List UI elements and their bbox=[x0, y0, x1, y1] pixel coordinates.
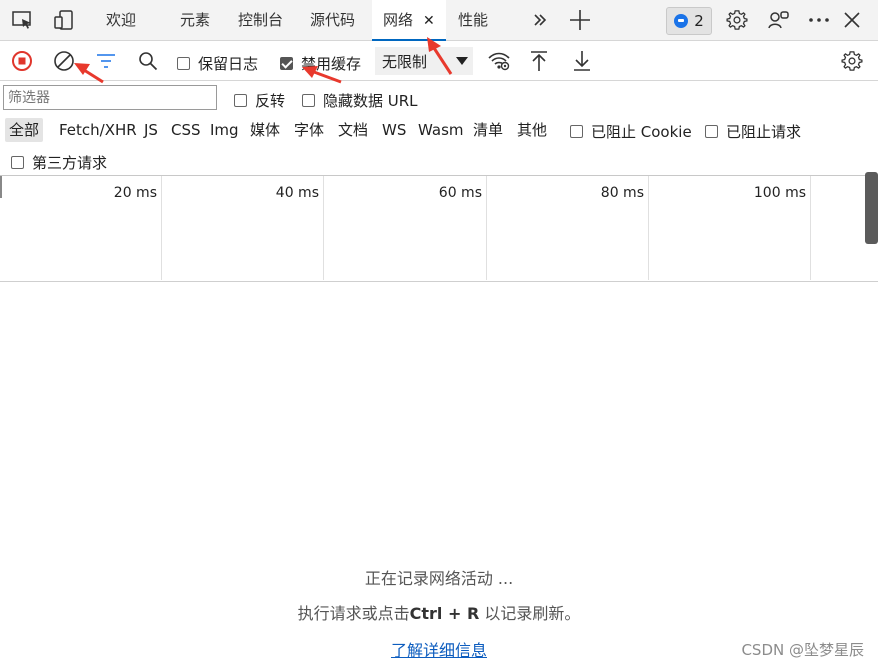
timeline-scroll-handle[interactable] bbox=[865, 172, 878, 244]
issues-icon bbox=[674, 14, 689, 28]
close-devtools-icon[interactable] bbox=[840, 8, 864, 32]
type-filter-manifest[interactable]: 清单 bbox=[469, 118, 507, 142]
inspect-element-icon[interactable] bbox=[11, 8, 35, 32]
timeline-tick: 60 ms bbox=[324, 176, 487, 280]
network-conditions-icon[interactable] bbox=[487, 49, 511, 73]
tab-label: 源代码 bbox=[310, 11, 356, 29]
type-filter-doc[interactable]: 文档 bbox=[334, 118, 372, 142]
timeline-tick: 20 ms bbox=[0, 176, 162, 280]
filter-icon[interactable] bbox=[94, 49, 118, 73]
search-icon[interactable] bbox=[136, 49, 160, 73]
checkbox-box[interactable] bbox=[177, 57, 190, 70]
tick-label: 40 ms bbox=[275, 185, 319, 201]
resource-type-filters: 全部 Fetch/XHR JS CSS Img 媒体 字体 文档 WS Wasm… bbox=[0, 114, 878, 146]
dropdown-caret-icon bbox=[456, 57, 468, 65]
tab-welcome[interactable]: 欢迎 bbox=[106, 0, 136, 40]
tick-label: 20 ms bbox=[113, 185, 157, 201]
device-emulation-icon[interactable] bbox=[52, 8, 76, 32]
blocked-cookies-checkbox[interactable]: 已阻止 Cookie bbox=[570, 121, 692, 142]
tab-label: 性能 bbox=[458, 11, 489, 29]
add-tab-icon[interactable] bbox=[568, 8, 592, 32]
tab-label: 欢迎 bbox=[106, 11, 137, 29]
network-toolbar: 保留日志 禁用缓存 无限制 bbox=[0, 41, 878, 81]
checkbox-box[interactable] bbox=[11, 156, 24, 169]
throttling-value: 无限制 bbox=[382, 52, 428, 71]
checkbox-box[interactable] bbox=[234, 94, 247, 107]
type-filter-ws[interactable]: WS bbox=[378, 118, 410, 142]
disable-cache-checkbox[interactable]: 禁用缓存 bbox=[280, 53, 361, 74]
import-har-icon[interactable] bbox=[527, 49, 551, 73]
third-party-label: 第三方请求 bbox=[32, 154, 108, 172]
preserve-log-checkbox[interactable]: 保留日志 bbox=[177, 53, 258, 74]
timeline-tick: 40 ms bbox=[162, 176, 324, 280]
reload-hint-text: 执行请求或点击Ctrl + R 以记录刷新。 bbox=[0, 600, 878, 624]
type-filter-img[interactable]: Img bbox=[206, 118, 243, 142]
throttling-select[interactable]: 无限制 bbox=[375, 47, 473, 75]
issues-badge[interactable]: 2 bbox=[666, 7, 712, 35]
customize-devtools-icon[interactable] bbox=[767, 8, 791, 32]
close-tab-icon[interactable]: ✕ bbox=[423, 1, 435, 41]
filter-input[interactable] bbox=[3, 85, 217, 110]
issues-count: 2 bbox=[694, 12, 704, 30]
settings-gear-icon[interactable] bbox=[725, 8, 749, 32]
watermark-text: CSDN @坠梦星辰 bbox=[741, 641, 864, 659]
record-button[interactable] bbox=[10, 49, 34, 73]
tab-label: 元素 bbox=[180, 11, 211, 29]
tab-label: 网络 bbox=[383, 11, 414, 29]
type-filter-media[interactable]: 媒体 bbox=[246, 118, 284, 142]
tab-sources[interactable]: 源代码 bbox=[310, 0, 355, 40]
devtools-window: 欢迎 元素 控制台 源代码 网络 ✕ 性能 2 保留日志 禁用缓存 无限制 筛选… bbox=[0, 0, 878, 668]
invert-label: 反转 bbox=[255, 92, 286, 110]
tab-bar: 欢迎 元素 控制台 源代码 网络 ✕ 性能 2 bbox=[0, 0, 878, 41]
timeline-tick: 100 ms bbox=[649, 176, 811, 280]
type-filter-all[interactable]: 全部 bbox=[5, 118, 44, 142]
type-filter-other[interactable]: 其他 bbox=[513, 118, 551, 142]
tab-elements[interactable]: 元素 bbox=[180, 0, 210, 40]
hide-data-urls-checkbox[interactable]: 隐藏数据 URL bbox=[302, 90, 418, 111]
tab-network[interactable]: 网络 ✕ bbox=[372, 0, 446, 41]
reload-shortcut: Ctrl + R bbox=[409, 604, 480, 623]
timeline-overview[interactable]: 20 ms 40 ms 60 ms 80 ms 100 ms bbox=[0, 176, 878, 282]
tab-console[interactable]: 控制台 bbox=[238, 0, 283, 40]
clear-button[interactable] bbox=[52, 49, 76, 73]
tick-label: 100 ms bbox=[753, 185, 806, 201]
hide-data-urls-label: 隐藏数据 URL bbox=[323, 92, 418, 110]
export-har-icon[interactable] bbox=[570, 49, 594, 73]
tick-label: 80 ms bbox=[600, 185, 644, 201]
blocked-requests-checkbox[interactable]: 已阻止请求 bbox=[705, 121, 801, 142]
preserve-log-label: 保留日志 bbox=[198, 55, 259, 73]
third-party-row: 第三方请求 bbox=[0, 146, 878, 176]
type-filter-font[interactable]: 字体 bbox=[290, 118, 328, 142]
learn-more-link[interactable]: 了解详细信息 bbox=[391, 641, 487, 660]
hint-suffix: 以记录刷新。 bbox=[484, 604, 581, 623]
disable-cache-label: 禁用缓存 bbox=[301, 55, 362, 73]
tick-label: 60 ms bbox=[438, 185, 482, 201]
blocked-cookies-label: 已阻止 Cookie bbox=[591, 123, 692, 141]
checkbox-box[interactable] bbox=[302, 94, 315, 107]
third-party-checkbox[interactable]: 第三方请求 bbox=[11, 152, 107, 173]
tab-performance[interactable]: 性能 bbox=[458, 0, 488, 40]
invert-checkbox[interactable]: 反转 bbox=[234, 90, 285, 111]
more-options-icon[interactable] bbox=[807, 8, 831, 32]
recording-status-text: 正在记录网络活动 ... bbox=[364, 569, 514, 588]
checkbox-box[interactable] bbox=[570, 125, 583, 138]
filter-bar: 反转 隐藏数据 URL bbox=[0, 82, 878, 114]
type-filter-js[interactable]: JS bbox=[140, 118, 162, 142]
timeline-tick: 80 ms bbox=[487, 176, 649, 280]
blocked-requests-label: 已阻止请求 bbox=[726, 123, 802, 141]
more-tabs-chevron-icon[interactable] bbox=[528, 8, 552, 32]
tab-label: 控制台 bbox=[238, 11, 284, 29]
hint-prefix: 执行请求或点击 bbox=[297, 604, 410, 623]
network-settings-gear-icon[interactable] bbox=[840, 49, 864, 73]
checkbox-box-checked[interactable] bbox=[280, 57, 293, 70]
type-filter-wasm[interactable]: Wasm bbox=[414, 118, 468, 142]
type-filter-fetch-xhr[interactable]: Fetch/XHR bbox=[55, 118, 141, 142]
checkbox-box[interactable] bbox=[705, 125, 718, 138]
type-filter-css[interactable]: CSS bbox=[167, 118, 205, 142]
